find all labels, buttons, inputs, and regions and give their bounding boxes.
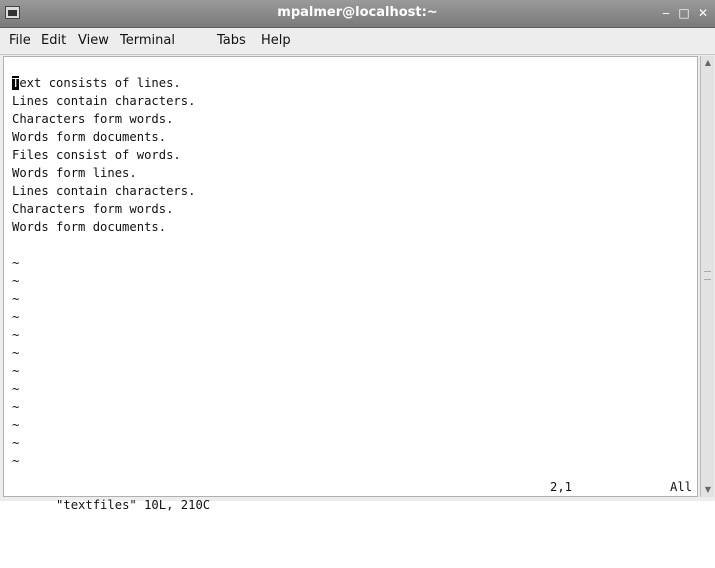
editor-line-1: Text consists of lines.: [12, 74, 195, 92]
menu-view[interactable]: View: [78, 33, 109, 48]
menu-help[interactable]: Help: [261, 33, 291, 48]
editor-buffer: Text consists of lines. Lines contain ch…: [12, 74, 195, 470]
empty-line-tilde: ~: [12, 346, 20, 360]
empty-line-tilde: ~: [12, 310, 20, 324]
editor-line: Files consist of words.: [12, 148, 181, 162]
vim-status-line: "textfiles" 10L, 210C 2,1 All: [12, 478, 692, 512]
menu-file[interactable]: File: [9, 33, 31, 48]
editor-line: Characters form words.: [12, 112, 174, 126]
empty-line-tilde: ~: [12, 382, 20, 396]
empty-line-tilde: ~: [12, 328, 20, 342]
empty-line-tilde: ~: [12, 292, 20, 306]
minimize-button[interactable]: ‒: [658, 5, 674, 21]
empty-line-tilde: ~: [12, 436, 20, 450]
menu-tabs[interactable]: Tabs: [217, 33, 246, 48]
editor-line: Characters form words.: [12, 202, 174, 216]
empty-line-tilde: ~: [12, 454, 20, 468]
editor-line: Lines contain characters.: [12, 94, 196, 108]
empty-line-tilde: ~: [12, 274, 20, 288]
menu-bar: File Edit View Terminal Tabs Help: [0, 28, 715, 55]
scroll-down-arrow-icon[interactable]: ▼: [702, 484, 714, 496]
empty-line-tilde: ~: [12, 256, 20, 270]
title-bar[interactable]: mpalmer@localhost:~ ‒ □ ✕: [0, 0, 715, 28]
menu-edit[interactable]: Edit: [41, 33, 66, 48]
menu-terminal[interactable]: Terminal: [120, 33, 175, 48]
status-file-info: "textfiles" 10L, 210C: [56, 498, 211, 512]
window-title: mpalmer@localhost:~: [277, 5, 438, 20]
editor-line: Words form documents.: [12, 220, 167, 234]
editor-line: Words form lines.: [12, 166, 137, 180]
maximize-button[interactable]: □: [676, 5, 692, 21]
empty-line-tilde: ~: [12, 400, 20, 414]
empty-line-tilde: ~: [12, 364, 20, 378]
scroll-up-arrow-icon[interactable]: ▲: [702, 57, 714, 69]
terminal-window: mpalmer@localhost:~ ‒ □ ✕ File Edit View…: [0, 0, 715, 512]
scrollbar-grip[interactable]: [704, 271, 711, 280]
editor-line-1-text: ext consists of lines.: [19, 76, 181, 90]
vertical-scrollbar[interactable]: ▲ ▼: [700, 56, 714, 497]
empty-line-tilde: ~: [12, 418, 20, 432]
terminal-area[interactable]: Text consists of lines. Lines contain ch…: [3, 56, 698, 512]
close-button[interactable]: ✕: [695, 5, 711, 21]
editor-line: Words form documents.: [12, 130, 167, 144]
status-scroll-indicator: All: [669, 480, 692, 494]
editor-line: Lines contain characters.: [12, 184, 196, 198]
status-cursor-position: 2,1: [550, 480, 573, 494]
